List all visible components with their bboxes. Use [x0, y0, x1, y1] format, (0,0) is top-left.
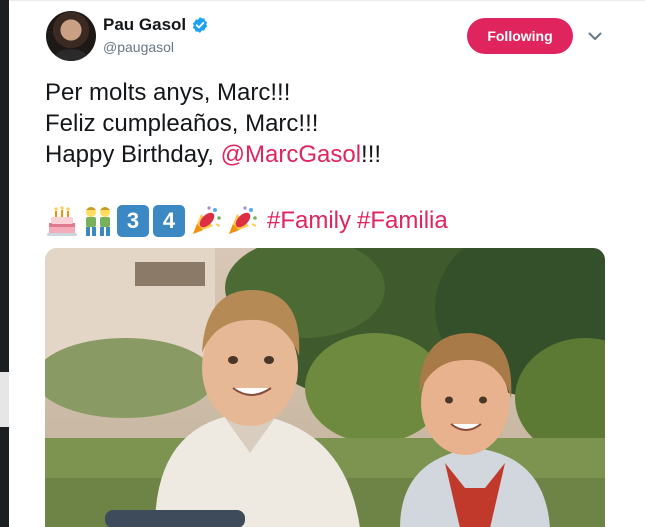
author-avatar[interactable]	[46, 11, 96, 61]
tweet-line-2: Feliz cumpleaños, Marc!!!	[45, 110, 319, 137]
avatar-shirt	[54, 49, 88, 61]
background-window-edge	[0, 0, 9, 527]
hashtags: #Family #Familia	[267, 207, 454, 235]
tweet-photo[interactable]	[45, 248, 605, 527]
party-popper-icon-2	[229, 206, 257, 234]
tweet-line-3-prefix: Happy Birthday,	[45, 141, 221, 168]
emoji-hashtag-row: 3 4 #Family #Familia	[45, 203, 454, 239]
hashtag-family[interactable]: #Family	[267, 207, 351, 234]
two-boys-icon	[86, 207, 110, 236]
following-button[interactable]: Following	[467, 18, 573, 54]
verified-badge-icon	[193, 17, 208, 33]
party-popper-icon	[193, 206, 221, 234]
tweet-text: Per molts anys, Marc!!! Feliz cumpleaños…	[45, 77, 615, 170]
tweet-line-3-suffix: !!!	[361, 141, 382, 168]
keycap-4-icon: 4	[153, 205, 185, 237]
tweet-line-1: Per molts anys, Marc!!!	[45, 79, 291, 106]
keycap-3-icon: 3	[117, 205, 149, 237]
mention-link[interactable]: @MarcGasol	[221, 141, 361, 168]
background-window-gap	[0, 372, 9, 427]
author-display-name[interactable]: Pau Gasol	[103, 15, 186, 35]
tweet-card: Pau Gasol @paugasol Following Per molts …	[9, 0, 645, 527]
author-handle[interactable]: @paugasol	[103, 39, 174, 55]
tweet-line-3: Happy Birthday, @MarcGasol!!!	[45, 139, 615, 170]
author-name-row: Pau Gasol	[103, 15, 209, 35]
chevron-down-icon[interactable]	[586, 27, 604, 45]
birthday-cake-icon	[47, 206, 77, 236]
childhood-photo-image	[45, 248, 605, 527]
hashtag-familia[interactable]: #Familia	[357, 207, 448, 234]
